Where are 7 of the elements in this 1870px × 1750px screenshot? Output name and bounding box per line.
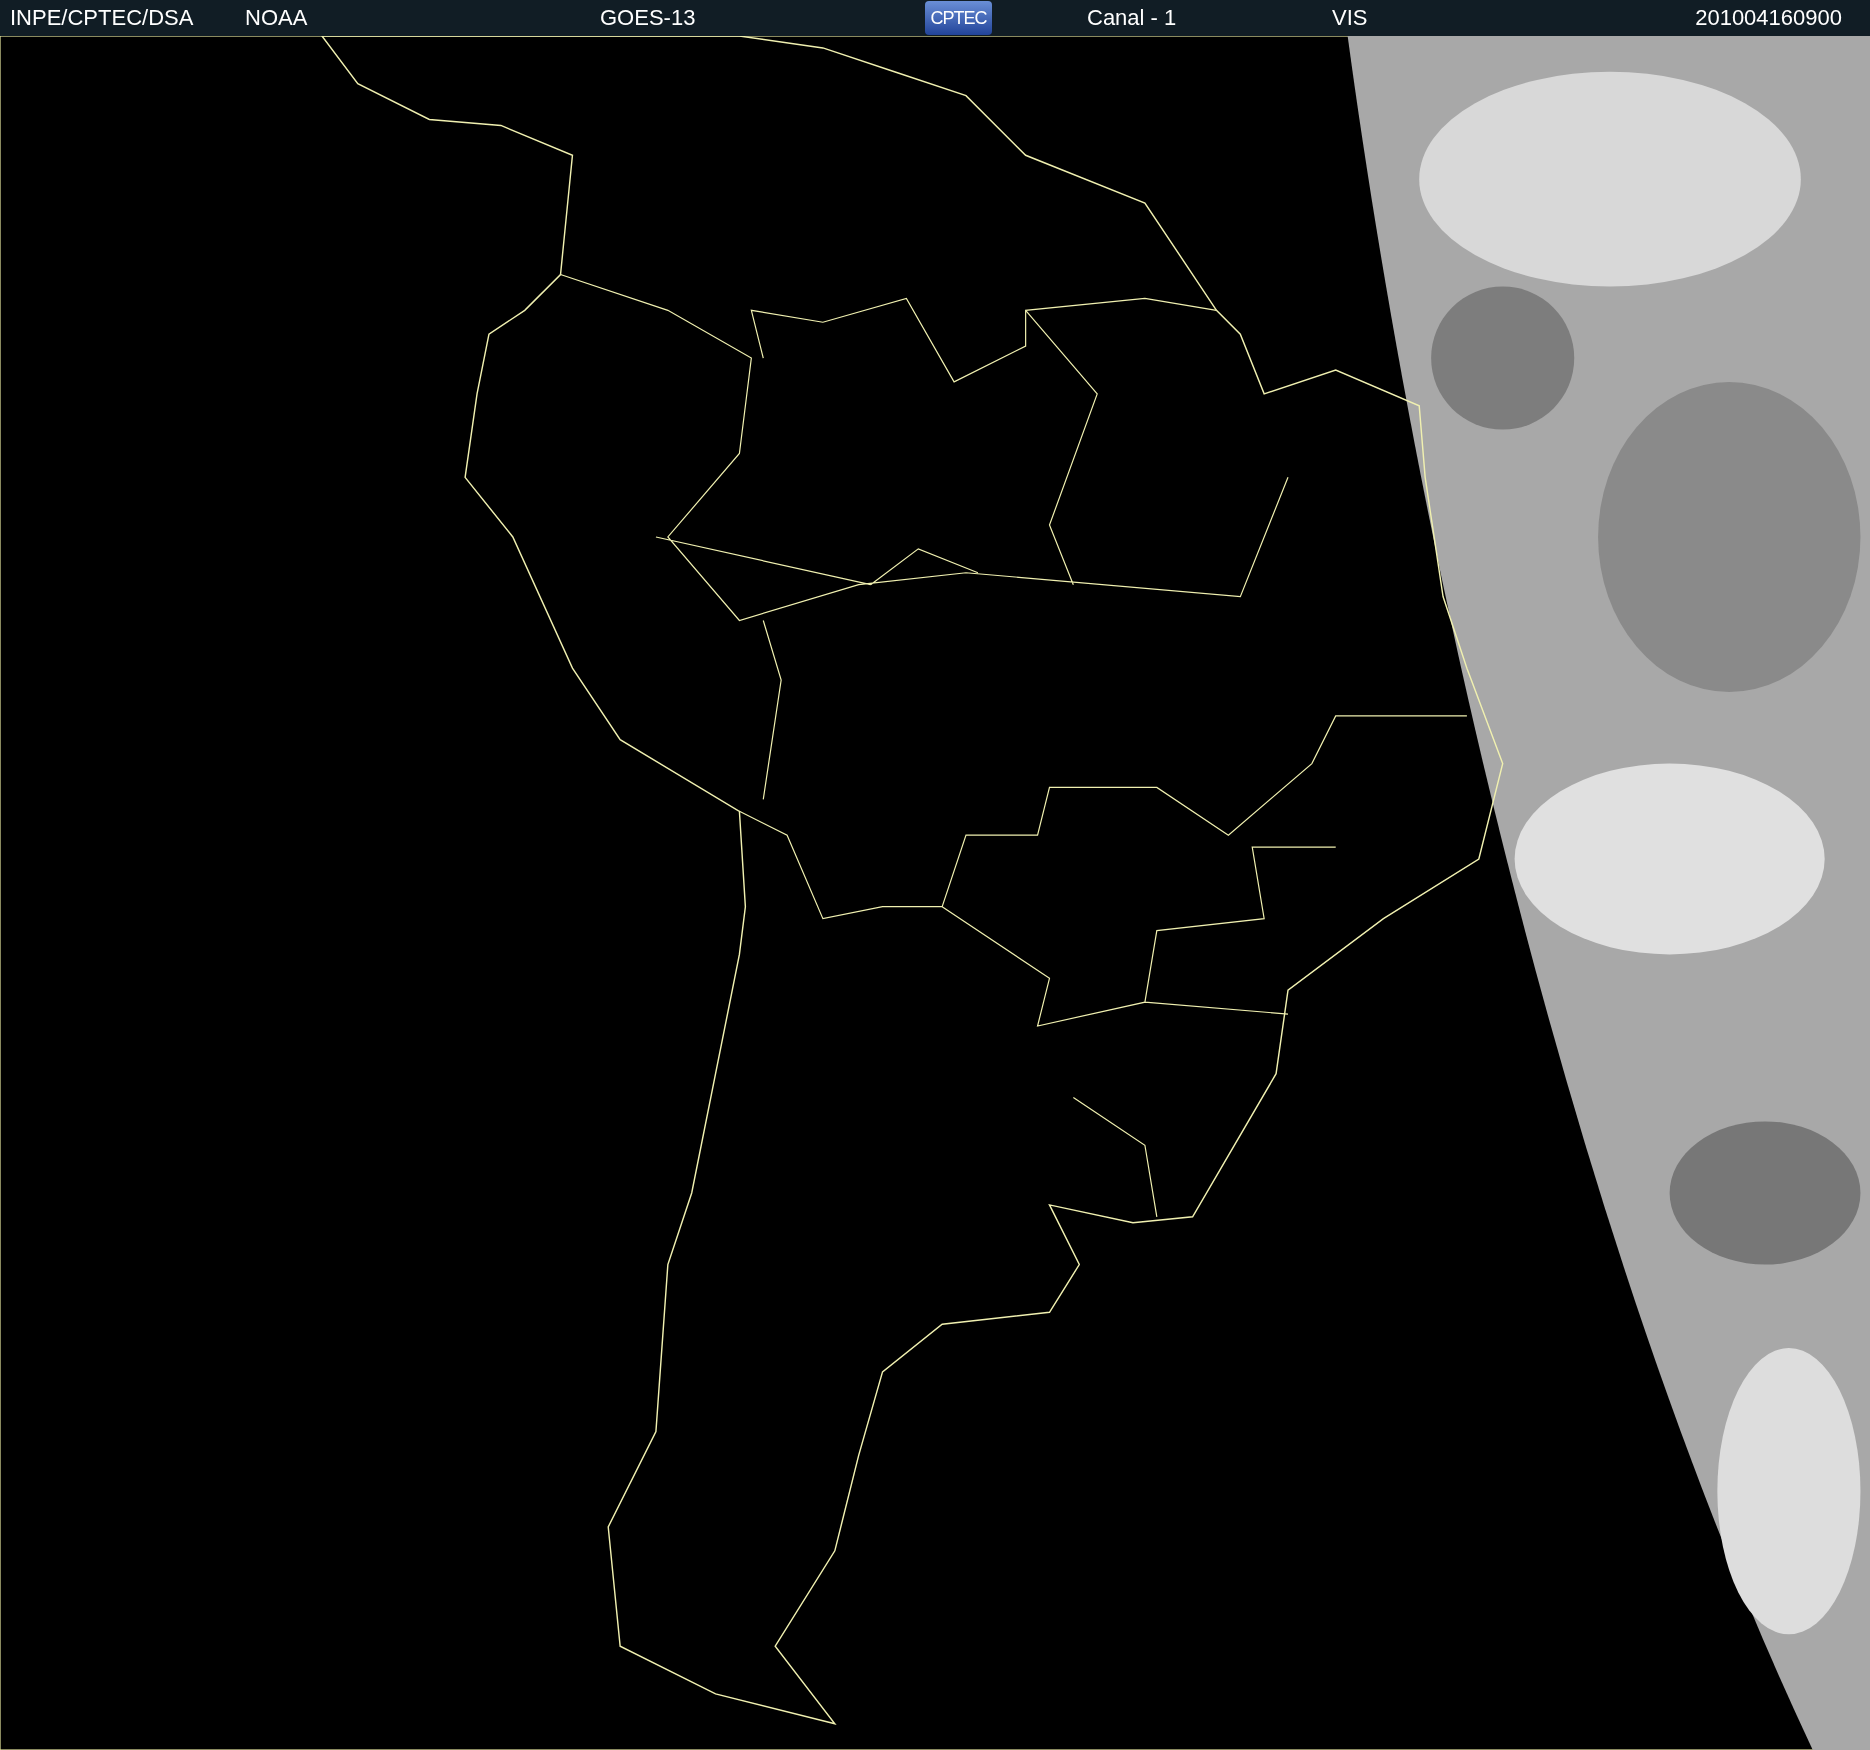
channel-label: Canal - 1 [1087,5,1178,31]
timestamp-label: 201004160900 [1695,5,1842,31]
agency-label: NOAA [245,5,309,31]
band-label: VIS [1332,5,1369,31]
logo: CPTEC [925,1,992,35]
satellite-label: GOES-13 [600,5,697,31]
source-label: INPE/CPTEC/DSA [10,5,195,31]
